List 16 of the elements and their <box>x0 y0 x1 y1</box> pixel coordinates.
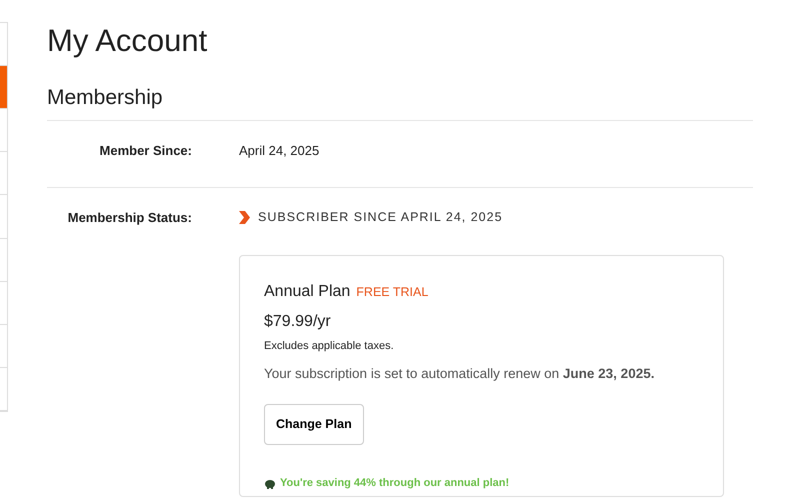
tax-note: Excludes applicable taxes. <box>264 338 395 354</box>
field-label: Membership Status: <box>68 210 192 225</box>
savings-text: You're saving 44% through our annual plan! <box>280 476 510 492</box>
chevron-icon <box>239 210 250 224</box>
plan-name: Annual Plan <box>264 282 350 302</box>
trial-label: FREE TRIAL <box>356 284 428 301</box>
section-heading: Membership <box>47 85 753 122</box>
piggy-bank-icon <box>264 478 276 489</box>
status-text: SUBSCRIBER SINCE APRIL 24, 2025 <box>258 208 503 226</box>
field-label: Member Since: <box>100 143 192 158</box>
field-value: April 24, 2025 <box>239 143 320 158</box>
sidebar-item[interactable] <box>0 66 7 110</box>
page-title: My Account <box>47 22 208 60</box>
change-plan-button[interactable]: Change Plan <box>264 404 364 446</box>
renewal-text: Your subscription is set to automatically renew on June 23, 2025. <box>264 365 656 384</box>
plan-price: $79.99/yr <box>264 312 332 332</box>
